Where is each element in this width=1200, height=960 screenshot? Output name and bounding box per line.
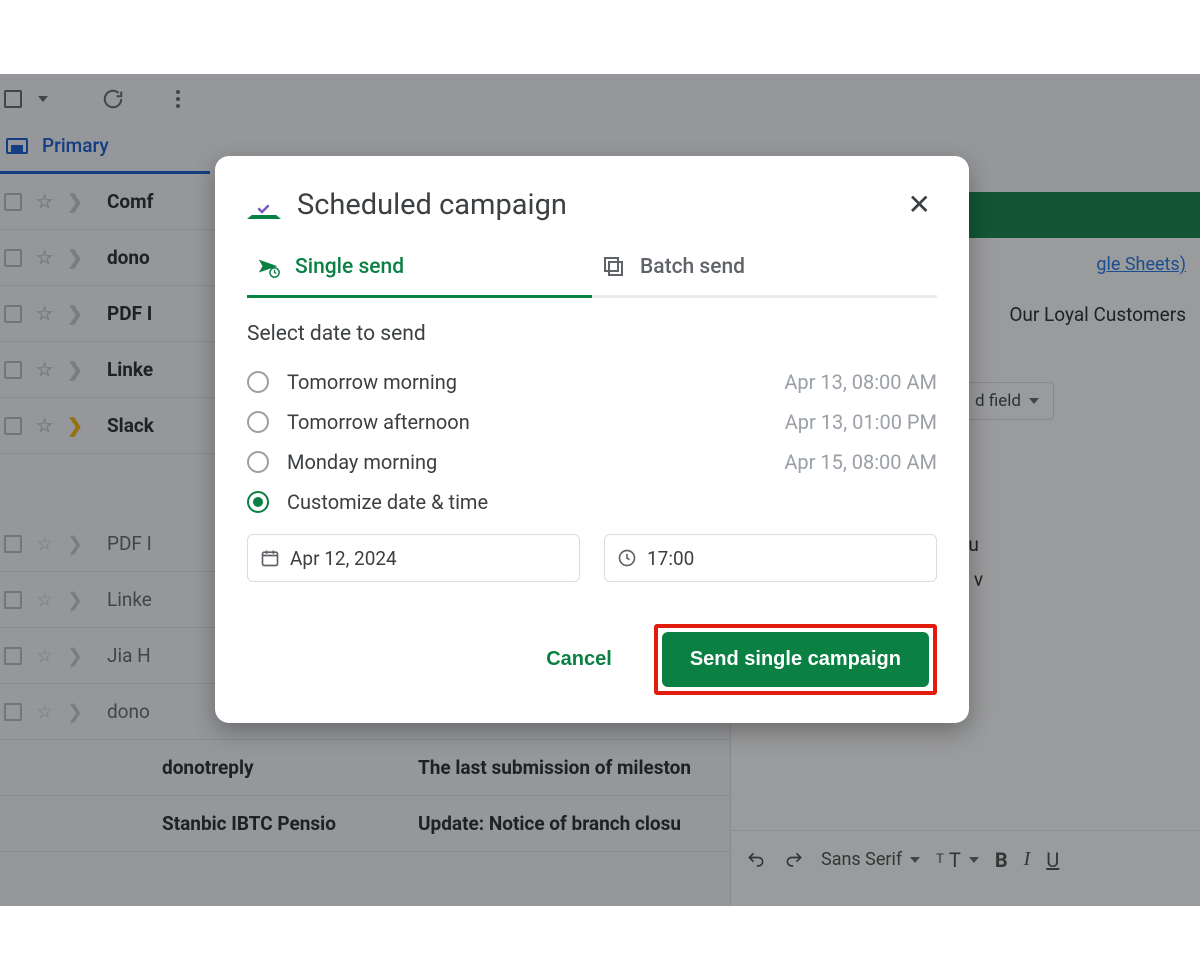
send-single-campaign-button[interactable]: Send single campaign [662,632,929,687]
modal-title: Scheduled campaign [297,188,886,222]
envelope-check-icon [247,193,281,217]
paper-plane-clock-icon [257,255,281,279]
tab-batch-send[interactable]: Batch send [592,245,937,295]
option-tomorrow-afternoon[interactable]: Tomorrow afternoon Apr 13, 01:00 PM [247,402,937,442]
section-label: Select date to send [247,322,937,346]
date-time-inputs: Apr 12, 2024 17:00 [247,534,937,582]
radio-icon [247,491,269,513]
modal-tabs: Single send Batch send [247,245,937,298]
radio-icon [247,371,269,393]
option-label: Tomorrow morning [287,370,784,394]
calendar-icon [260,548,280,568]
tab-single-label: Single send [295,255,404,279]
time-value: 17:00 [647,547,694,570]
option-time: Apr 13, 08:00 AM [784,370,937,394]
option-time: Apr 15, 08:00 AM [784,450,937,474]
option-label: Monday morning [287,450,784,474]
clock-icon [617,548,637,568]
tab-single-send[interactable]: Single send [247,245,592,295]
option-label: Customize date & time [287,490,937,514]
radio-icon [247,411,269,433]
time-input[interactable]: 17:00 [604,534,937,582]
tab-batch-label: Batch send [640,255,745,279]
scheduled-campaign-modal: Scheduled campaign ✕ Single send Batch s… [215,156,969,723]
active-tab-indicator [247,295,592,298]
radio-icon [247,451,269,473]
option-customize[interactable]: Customize date & time [247,482,937,522]
cancel-button[interactable]: Cancel [522,636,636,683]
date-input[interactable]: Apr 12, 2024 [247,534,580,582]
option-monday-morning[interactable]: Monday morning Apr 15, 08:00 AM [247,442,937,482]
option-time: Apr 13, 01:00 PM [785,410,937,434]
stack-icon [602,255,626,279]
date-value: Apr 12, 2024 [290,547,397,570]
option-label: Tomorrow afternoon [287,410,785,434]
option-tomorrow-morning[interactable]: Tomorrow morning Apr 13, 08:00 AM [247,362,937,402]
modal-header: Scheduled campaign ✕ [247,184,937,225]
close-icon[interactable]: ✕ [902,184,937,225]
annotation-highlight: Send single campaign [654,624,937,695]
modal-actions: Cancel Send single campaign [247,624,937,695]
